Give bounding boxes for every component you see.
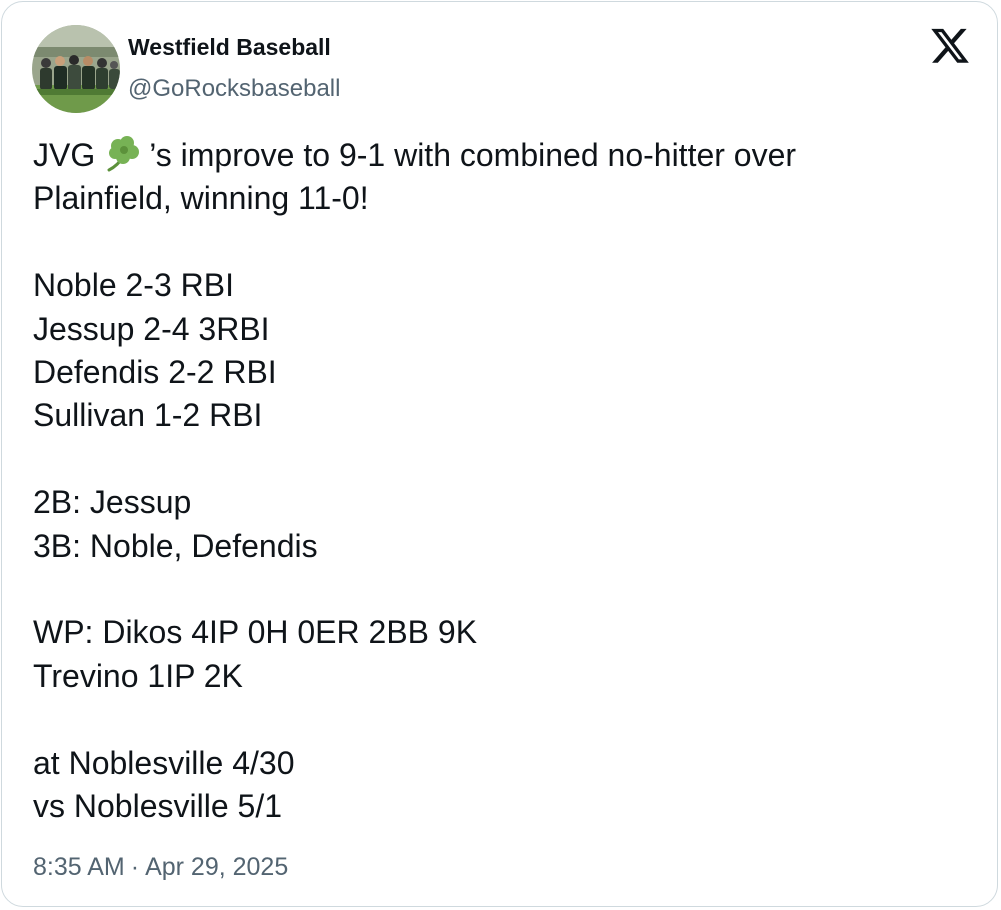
- batting-line: Sullivan 1-2 RBI: [33, 397, 263, 434]
- shamrock-icon: [107, 136, 140, 172]
- tweet-line-1: JVG ’s improve to 9-1 with combined no-h…: [33, 134, 973, 177]
- tweet-text-segment: ’s improve to 9-1 with combined no-hitte…: [149, 137, 797, 173]
- tweet-text-segment: JVG: [33, 137, 96, 173]
- extra-base-hit-line: 2B: Jessup: [33, 484, 192, 521]
- schedule-line: at Noblesville 4/30: [33, 744, 295, 781]
- batting-line: Defendis 2-2 RBI: [33, 354, 277, 391]
- tweet-line-2: Plainfield, winning 11-0!: [33, 180, 369, 217]
- tweet-text: JVG ’s improve to 9-1 with combined no-h…: [33, 134, 973, 829]
- x-logo-icon[interactable]: [929, 28, 971, 68]
- batting-line: Jessup 2-4 3RBI: [33, 310, 270, 347]
- display-name[interactable]: Westfield Baseball: [128, 34, 331, 61]
- tweet-time: 8:35 AM: [33, 853, 125, 881]
- timestamp-separator: ·: [130, 853, 140, 881]
- batting-line: Noble 2-3 RBI: [33, 267, 234, 304]
- user-handle[interactable]: @GoRocksbaseball: [128, 75, 340, 103]
- pitching-line: Trevino 1IP 2K: [33, 657, 243, 694]
- tweet-timestamp[interactable]: 8:35 AM · Apr 29, 2025: [33, 853, 288, 882]
- schedule-line: vs Noblesville 5/1: [33, 788, 282, 825]
- team-photo-avatar-icon: [32, 25, 120, 113]
- tweet-card[interactable]: Westfield Baseball @GoRocksbaseball JVG …: [1, 1, 998, 907]
- avatar[interactable]: [32, 25, 120, 113]
- tweet-date: Apr 29, 2025: [145, 853, 289, 881]
- pitching-line: WP: Dikos 4IP 0H 0ER 2BB 9K: [33, 614, 478, 651]
- extra-base-hit-line: 3B: Noble, Defendis: [33, 527, 318, 564]
